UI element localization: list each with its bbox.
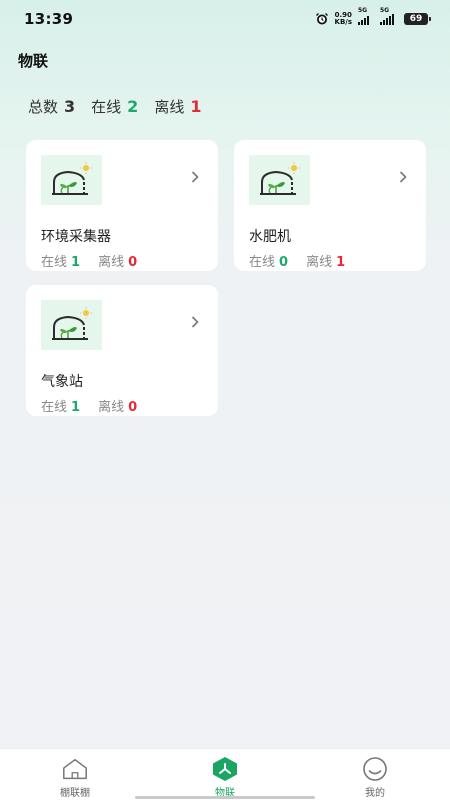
signal-icon: 5G [358, 7, 374, 25]
device-name: 水肥机 [249, 229, 291, 245]
device-name: 气象站 [41, 374, 83, 390]
device-card-weather-station[interactable]: 气象站 在线 1 离线 0 [26, 285, 218, 416]
signal-label: 5G [380, 7, 390, 14]
total-count: 3 [64, 97, 76, 116]
page-title: 物联 [18, 52, 49, 70]
net-speed: 0.90 KB/s [335, 12, 352, 26]
total-label: 总数 [28, 98, 59, 116]
online-label: 在线 [249, 255, 276, 270]
chevron-right-icon[interactable] [396, 170, 410, 184]
device-card-irrigation-machine[interactable]: 水肥机 在线 0 离线 1 [234, 140, 426, 271]
chevron-right-icon[interactable] [188, 170, 202, 184]
device-status: 在线 1 离线 0 [41, 251, 151, 270]
iot-hub-icon [213, 757, 237, 781]
offline-label: 离线 [154, 98, 185, 116]
greenhouse-icon [41, 155, 102, 205]
offline-count: 0 [128, 400, 138, 415]
device-status: 在线 1 离线 0 [41, 396, 151, 415]
online-label: 在线 [41, 255, 68, 270]
online-count: 1 [71, 255, 81, 270]
status-bar: 13:39 0.90 KB/s 5G 5G 69 [0, 0, 450, 38]
alarm-icon [315, 13, 328, 25]
nav-label: 我的 [365, 788, 385, 799]
offline-label: 离线 [306, 255, 333, 270]
status-icons: 0.90 KB/s 5G 5G 69 [315, 7, 431, 26]
house-icon [63, 758, 87, 780]
signal-label: 5G [358, 7, 368, 14]
device-summary: 总数 3 在线 2 离线 1 [28, 96, 211, 117]
online-count: 1 [71, 400, 81, 415]
battery-level: 69 [409, 14, 423, 24]
offline-label: 离线 [98, 400, 125, 415]
device-card-environment-collector[interactable]: 环境采集器 在线 1 离线 0 [26, 140, 218, 271]
offline-count: 0 [128, 255, 138, 270]
device-status: 在线 0 离线 1 [249, 251, 359, 270]
nav-item-iot[interactable]: 物联 [165, 749, 285, 799]
online-label: 在线 [91, 98, 122, 116]
battery-icon: 69 [404, 13, 431, 25]
home-indicator[interactable] [135, 796, 315, 799]
offline-count: 1 [336, 255, 346, 270]
offline-label: 离线 [98, 255, 125, 270]
online-count: 2 [127, 97, 139, 116]
signal-icon: 5G [380, 7, 398, 25]
nav-item-mine[interactable]: 我的 [315, 749, 435, 799]
net-speed-unit: KB/s [334, 18, 352, 26]
nav-item-greenhouse[interactable]: 棚联棚 [15, 749, 135, 799]
device-name: 环境采集器 [41, 229, 111, 245]
chevron-right-icon[interactable] [188, 315, 202, 329]
online-label: 在线 [41, 400, 68, 415]
greenhouse-icon [249, 155, 310, 205]
offline-count: 1 [190, 97, 202, 116]
online-count: 0 [279, 255, 289, 270]
bottom-nav: 棚联棚 物联 我的 [0, 748, 450, 800]
nav-label: 棚联棚 [60, 788, 90, 799]
smile-icon [363, 757, 387, 781]
greenhouse-icon [41, 300, 102, 350]
status-time: 13:39 [24, 10, 74, 28]
